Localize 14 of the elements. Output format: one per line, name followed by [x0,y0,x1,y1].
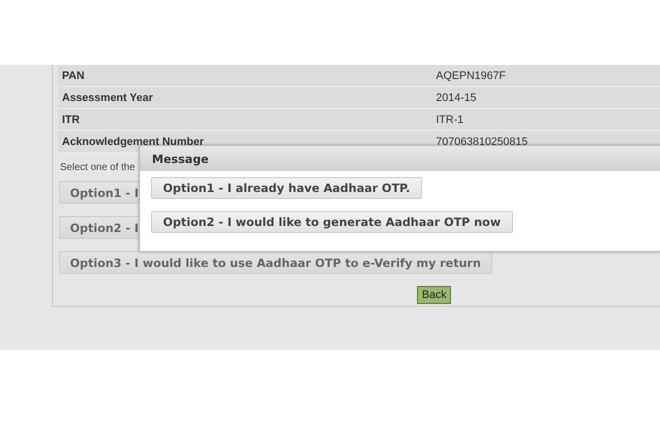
back-button[interactable]: Back [417,286,452,304]
field-label: ITR [61,114,81,126]
dialog-title: Message [140,146,660,171]
field-value: ITR-1 [436,114,464,126]
option-button[interactable]: Option3 - I would like to use Aadhaar OTP to e-Verify my return [59,251,492,274]
field-label: PAN [61,70,86,82]
field-label: Acknowledgement Number [61,136,205,148]
option-button[interactable]: Option1 - I already have Aadhaar OTP. [151,177,422,199]
instruction-text: Select one of the [60,162,136,173]
field-label: Assessment Year [61,92,154,104]
field-value: 2014-15 [436,92,478,104]
option-button[interactable]: Option2 - I would like to generate Aadhaar OTP now [151,211,513,233]
field-value: 707063810250815 [436,136,529,148]
field-value: AQEPN1967F [436,70,507,82]
